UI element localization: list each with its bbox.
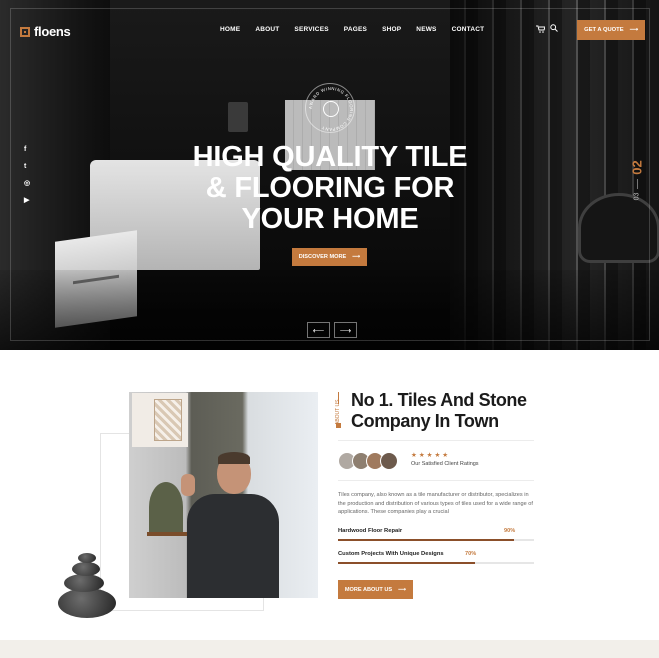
stone xyxy=(78,553,96,563)
slide-divider xyxy=(636,179,638,189)
logo[interactable]: floens xyxy=(20,24,71,39)
slide-total: 03 xyxy=(633,192,641,201)
skill-percent: 90% xyxy=(504,528,516,534)
person-body xyxy=(187,494,279,598)
hero-section: floens HOME ABOUT SERVICES PAGES SHOP NE… xyxy=(0,0,659,350)
stacked-stones-image xyxy=(52,550,122,620)
stone xyxy=(72,562,100,576)
twitter-icon[interactable]: t xyxy=(24,163,30,171)
nav-item-contact[interactable]: CONTACT xyxy=(452,26,485,33)
nav-item-home[interactable]: HOME xyxy=(220,26,240,33)
nav-item-news[interactable]: NEWS xyxy=(416,26,436,33)
rating-stars: ★★★★★ xyxy=(411,452,451,459)
image-plant xyxy=(149,482,183,532)
award-text: AWARD WINNING FLOORING COMPANY xyxy=(308,86,354,132)
next-section-band xyxy=(0,640,659,658)
search-icon[interactable] xyxy=(550,24,558,34)
skill-label: Hardwood Floor Repair xyxy=(338,528,403,534)
cart-icon[interactable] xyxy=(536,25,546,33)
about-description: Tiles company, also known as a tile manu… xyxy=(338,492,533,515)
main-nav: HOME ABOUT SERVICES PAGES SHOP NEWS CONT… xyxy=(220,26,484,33)
skill-fill xyxy=(338,539,515,541)
slider-arrows: ⟵ ⟶ xyxy=(307,322,357,338)
more-about-us-button[interactable]: MORE ABOUT US ⟶ xyxy=(338,580,413,599)
discover-more-label: DISCOVER MORE xyxy=(298,254,347,260)
person-hand xyxy=(181,474,195,496)
about-tile-image xyxy=(132,393,188,447)
avatar xyxy=(380,452,398,470)
get-a-quote-button[interactable]: GET A QUOTE ⟶ xyxy=(577,20,645,40)
ratings-text: Our Satisfied Client Ratings xyxy=(411,461,479,467)
award-badge: AWARD WINNING FLOORING COMPANY xyxy=(305,83,355,133)
instagram-icon[interactable]: ◎ xyxy=(24,180,30,188)
hero-title: HIGH QUALITY TILE & FLOORING FOR YOUR HO… xyxy=(192,141,468,235)
facebook-icon[interactable]: f xyxy=(24,146,30,154)
nav-item-pages[interactable]: PAGES xyxy=(344,26,367,33)
slide-current: 02 xyxy=(629,160,645,175)
arrow-right-icon: ⟶ xyxy=(352,254,361,260)
skill-track xyxy=(338,562,534,564)
image-person xyxy=(181,452,279,598)
page: floens HOME ABOUT SERVICES PAGES SHOP NE… xyxy=(0,0,659,658)
discover-more-button[interactable]: DISCOVER MORE ⟶ xyxy=(292,248,367,266)
divider xyxy=(338,480,534,481)
arrow-right-icon: ⟶ xyxy=(398,586,407,593)
person-hair xyxy=(218,452,250,464)
slide-counter: 02 03 xyxy=(629,160,645,201)
divider xyxy=(338,440,534,441)
slider-next-button[interactable]: ⟶ xyxy=(334,322,357,338)
slider-prev-button[interactable]: ⟵ xyxy=(307,322,330,338)
tile-sample xyxy=(154,399,182,441)
client-avatars xyxy=(338,452,398,470)
arrow-right-icon: ⟶ xyxy=(629,27,638,33)
skill-label: Custom Projects With Unique Designs xyxy=(338,551,444,557)
about-title: No 1. Tiles And Stone Company In Town xyxy=(351,390,527,431)
logo-text: floens xyxy=(34,24,71,39)
nav-item-about[interactable]: ABOUT xyxy=(255,26,279,33)
youtube-icon[interactable]: ▶ xyxy=(24,197,30,205)
more-about-us-label: MORE ABOUT US xyxy=(344,586,393,593)
section-label-text: ABOUT US xyxy=(335,399,341,425)
svg-text:AWARD WINNING FLOORING COMPANY: AWARD WINNING FLOORING COMPANY xyxy=(308,86,354,132)
get-a-quote-label: GET A QUOTE xyxy=(584,27,624,33)
nav-item-services[interactable]: SERVICES xyxy=(294,26,328,33)
section-label-dot xyxy=(336,423,341,428)
skill-track xyxy=(338,539,534,541)
image-side-table xyxy=(147,532,187,598)
nav-item-shop[interactable]: SHOP xyxy=(382,26,401,33)
stone xyxy=(64,574,104,592)
social-links: f t ◎ ▶ xyxy=(24,146,30,205)
skill-fill xyxy=(338,562,476,564)
logo-icon xyxy=(20,26,30,37)
section-label: ABOUT US xyxy=(333,392,343,428)
stone xyxy=(58,588,116,618)
skill-percent: 70% xyxy=(465,551,477,557)
